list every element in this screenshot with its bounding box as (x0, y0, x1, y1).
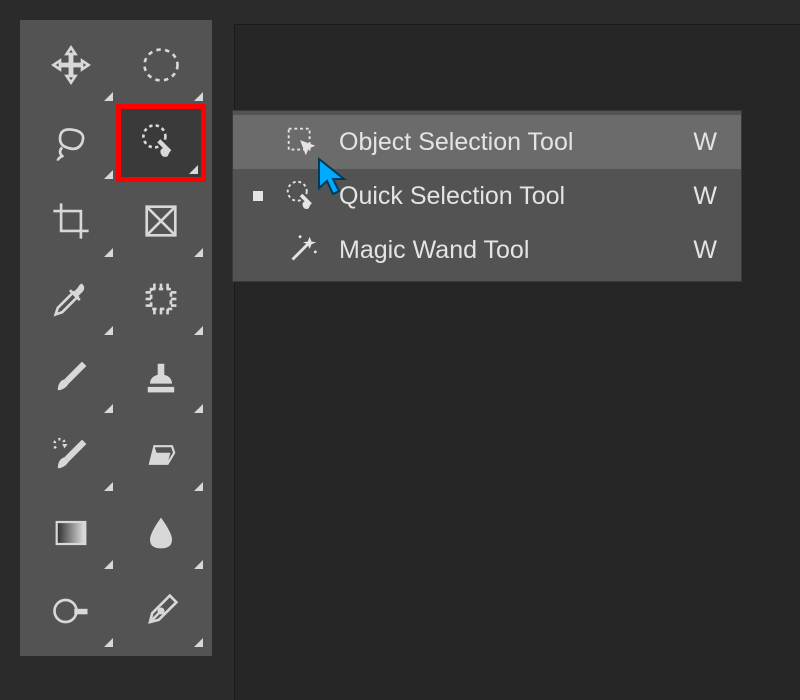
lasso-tool[interactable] (26, 104, 116, 182)
flyout-item-label: Object Selection Tool (339, 128, 677, 157)
pen-tool[interactable] (116, 572, 206, 650)
ellipse-marquee-icon (139, 43, 183, 87)
flyout-indicator (194, 248, 203, 257)
flyout-indicator (104, 482, 113, 491)
flyout-item-shortcut: W (693, 236, 723, 265)
eraser-tool[interactable] (116, 416, 206, 494)
drop-icon (139, 511, 183, 555)
frame-tool[interactable] (116, 182, 206, 260)
quick-selection-brush-icon (139, 121, 183, 165)
quick-selection-icon (281, 175, 323, 217)
magic-wand-icon (281, 229, 323, 271)
eyedropper-icon (49, 277, 93, 321)
flyout-item-magic-wand[interactable]: Magic Wand Tool W (233, 223, 741, 277)
flyout-indicator (194, 482, 203, 491)
dodge-tool[interactable] (26, 572, 116, 650)
flyout-indicator (104, 326, 113, 335)
clone-stamp-tool[interactable] (116, 338, 206, 416)
flyout-indicator (194, 638, 203, 647)
eyedropper-tool[interactable] (26, 260, 116, 338)
chip-icon (139, 277, 183, 321)
brush-tool[interactable] (26, 338, 116, 416)
active-indicator (251, 191, 265, 201)
frame-icon (139, 199, 183, 243)
history-brush-icon (49, 433, 93, 477)
flyout-indicator (104, 560, 113, 569)
flyout-indicator (194, 560, 203, 569)
stamp-icon (139, 355, 183, 399)
gradient-icon (49, 511, 93, 555)
move-tool[interactable] (26, 26, 116, 104)
flyout-indicator (189, 165, 198, 174)
object-selection-icon (281, 121, 323, 163)
flyout-item-label: Magic Wand Tool (339, 236, 677, 265)
marquee-tool[interactable] (116, 26, 206, 104)
move-icon (49, 43, 93, 87)
quick-selection-tool[interactable] (116, 104, 206, 182)
flyout-item-shortcut: W (693, 182, 723, 211)
flyout-indicator (194, 404, 203, 413)
lasso-icon (49, 121, 93, 165)
dodge-icon (49, 589, 93, 633)
pen-icon (139, 589, 183, 633)
flyout-indicator (194, 326, 203, 335)
slice-tool[interactable] (116, 260, 206, 338)
flyout-indicator (104, 638, 113, 647)
flyout-indicator (194, 92, 203, 101)
gradient-tool[interactable] (26, 494, 116, 572)
flyout-indicator (104, 170, 113, 179)
flyout-item-object-selection[interactable]: Object Selection Tool W (233, 115, 741, 169)
brush-icon (49, 355, 93, 399)
flyout-item-quick-selection[interactable]: Quick Selection Tool W (233, 169, 741, 223)
selection-tool-flyout: Object Selection Tool W Quick Selection … (232, 110, 742, 282)
history-brush-tool[interactable] (26, 416, 116, 494)
flyout-item-label: Quick Selection Tool (339, 182, 677, 211)
blur-tool[interactable] (116, 494, 206, 572)
toolbar (20, 20, 212, 656)
eraser-icon (139, 433, 183, 477)
flyout-indicator (104, 248, 113, 257)
crop-tool[interactable] (26, 182, 116, 260)
flyout-indicator (104, 92, 113, 101)
crop-icon (49, 199, 93, 243)
flyout-indicator (104, 404, 113, 413)
flyout-item-shortcut: W (693, 128, 723, 157)
